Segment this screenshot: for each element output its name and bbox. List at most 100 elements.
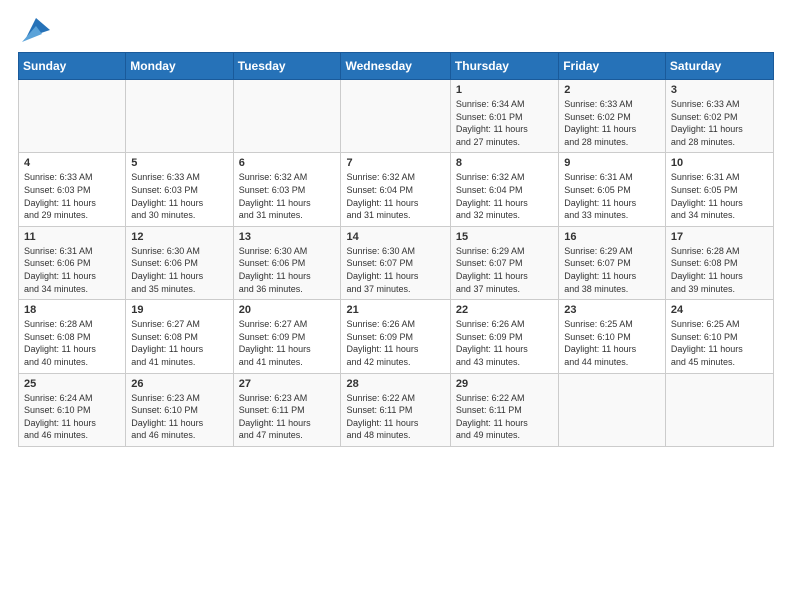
day-number: 21 xyxy=(346,304,444,316)
calendar-cell xyxy=(19,80,126,153)
calendar-cell: 16 Sunrise: 6:29 AM Sunset: 6:07 PM Dayli… xyxy=(559,226,666,299)
day-info: Sunrise: 6:29 AM Sunset: 6:07 PM Dayligh… xyxy=(456,245,553,295)
day-info: Sunrise: 6:25 AM Sunset: 6:10 PM Dayligh… xyxy=(671,318,768,368)
day-info: Sunrise: 6:27 AM Sunset: 6:08 PM Dayligh… xyxy=(131,318,227,368)
day-info: Sunrise: 6:28 AM Sunset: 6:08 PM Dayligh… xyxy=(24,318,120,368)
calendar-cell: 2Sunrise: 6:33 AM Sunset: 6:02 PM Daylig… xyxy=(559,80,666,153)
weekday-header-thursday: Thursday xyxy=(450,53,558,80)
day-number: 19 xyxy=(131,304,227,316)
day-info: Sunrise: 6:23 AM Sunset: 6:11 PM Dayligh… xyxy=(239,392,336,442)
calendar-cell: 8 Sunrise: 6:32 AM Sunset: 6:04 PM Daylig… xyxy=(450,153,558,226)
day-info: Sunrise: 6:26 AM Sunset: 6:09 PM Dayligh… xyxy=(456,318,553,368)
calendar-body: 1 Sunrise: 6:34 AM Sunset: 6:01 PM Daylig… xyxy=(19,80,774,447)
day-info: Sunrise: 6:34 AM Sunset: 6:01 PM Dayligh… xyxy=(456,98,553,148)
day-info: Sunrise: 6:25 AM Sunset: 6:10 PM Dayligh… xyxy=(564,318,660,368)
calendar-cell: 14Sunrise: 6:30 AM Sunset: 6:07 PM Dayli… xyxy=(341,226,450,299)
calendar-cell: 9Sunrise: 6:31 AM Sunset: 6:05 PM Daylig… xyxy=(559,153,666,226)
day-number: 16 xyxy=(564,231,660,243)
logo-icon xyxy=(22,14,50,42)
weekday-header-friday: Friday xyxy=(559,53,666,80)
calendar-header: SundayMondayTuesdayWednesdayThursdayFrid… xyxy=(19,53,774,80)
calendar-cell xyxy=(233,80,341,153)
calendar-cell: 20 Sunrise: 6:27 AM Sunset: 6:09 PM Dayli… xyxy=(233,300,341,373)
logo xyxy=(18,18,50,42)
day-info: Sunrise: 6:33 AM Sunset: 6:03 PM Dayligh… xyxy=(131,171,227,221)
calendar-cell xyxy=(341,80,450,153)
day-number: 11 xyxy=(24,231,120,243)
calendar-cell: 29Sunrise: 6:22 AM Sunset: 6:11 PM Dayli… xyxy=(450,373,558,446)
calendar-week-row: 1 Sunrise: 6:34 AM Sunset: 6:01 PM Daylig… xyxy=(19,80,774,153)
calendar-cell xyxy=(559,373,666,446)
day-info: Sunrise: 6:22 AM Sunset: 6:11 PM Dayligh… xyxy=(456,392,553,442)
calendar-cell: 3 Sunrise: 6:33 AM Sunset: 6:02 PM Daylig… xyxy=(665,80,773,153)
calendar-week-row: 4 Sunrise: 6:33 AM Sunset: 6:03 PM Daylig… xyxy=(19,153,774,226)
day-info: Sunrise: 6:28 AM Sunset: 6:08 PM Dayligh… xyxy=(671,245,768,295)
day-info: Sunrise: 6:30 AM Sunset: 6:06 PM Dayligh… xyxy=(131,245,227,295)
calendar-week-row: 18 Sunrise: 6:28 AM Sunset: 6:08 PM Dayli… xyxy=(19,300,774,373)
page: SundayMondayTuesdayWednesdayThursdayFrid… xyxy=(0,0,792,612)
day-number: 27 xyxy=(239,378,336,390)
day-number: 1 xyxy=(456,84,553,96)
calendar-cell: 11 Sunrise: 6:31 AM Sunset: 6:06 PM Dayli… xyxy=(19,226,126,299)
day-info: Sunrise: 6:31 AM Sunset: 6:06 PM Dayligh… xyxy=(24,245,120,295)
day-info: Sunrise: 6:33 AM Sunset: 6:02 PM Dayligh… xyxy=(671,98,768,148)
weekday-header-sunday: Sunday xyxy=(19,53,126,80)
day-number: 8 xyxy=(456,157,553,169)
day-number: 7 xyxy=(346,157,444,169)
day-number: 18 xyxy=(24,304,120,316)
day-info: Sunrise: 6:27 AM Sunset: 6:09 PM Dayligh… xyxy=(239,318,336,368)
day-number: 13 xyxy=(239,231,336,243)
day-number: 28 xyxy=(346,378,444,390)
calendar-cell: 5 Sunrise: 6:33 AM Sunset: 6:03 PM Daylig… xyxy=(126,153,233,226)
calendar-cell: 19 Sunrise: 6:27 AM Sunset: 6:08 PM Dayli… xyxy=(126,300,233,373)
calendar-cell: 7Sunrise: 6:32 AM Sunset: 6:04 PM Daylig… xyxy=(341,153,450,226)
calendar-cell xyxy=(126,80,233,153)
weekday-header-wednesday: Wednesday xyxy=(341,53,450,80)
day-info: Sunrise: 6:33 AM Sunset: 6:03 PM Dayligh… xyxy=(24,171,120,221)
day-number: 10 xyxy=(671,157,768,169)
day-info: Sunrise: 6:32 AM Sunset: 6:03 PM Dayligh… xyxy=(239,171,336,221)
calendar-cell: 12 Sunrise: 6:30 AM Sunset: 6:06 PM Dayli… xyxy=(126,226,233,299)
day-number: 3 xyxy=(671,84,768,96)
day-info: Sunrise: 6:23 AM Sunset: 6:10 PM Dayligh… xyxy=(131,392,227,442)
day-number: 22 xyxy=(456,304,553,316)
calendar-cell: 23 Sunrise: 6:25 AM Sunset: 6:10 PM Dayli… xyxy=(559,300,666,373)
calendar-cell: 4 Sunrise: 6:33 AM Sunset: 6:03 PM Daylig… xyxy=(19,153,126,226)
calendar-cell: 26 Sunrise: 6:23 AM Sunset: 6:10 PM Dayli… xyxy=(126,373,233,446)
day-number: 20 xyxy=(239,304,336,316)
calendar-cell: 27 Sunrise: 6:23 AM Sunset: 6:11 PM Dayli… xyxy=(233,373,341,446)
calendar-cell: 13 Sunrise: 6:30 AM Sunset: 6:06 PM Dayli… xyxy=(233,226,341,299)
calendar-cell: 15 Sunrise: 6:29 AM Sunset: 6:07 PM Dayli… xyxy=(450,226,558,299)
calendar-cell: 6 Sunrise: 6:32 AM Sunset: 6:03 PM Daylig… xyxy=(233,153,341,226)
day-number: 5 xyxy=(131,157,227,169)
day-number: 15 xyxy=(456,231,553,243)
day-number: 17 xyxy=(671,231,768,243)
day-info: Sunrise: 6:32 AM Sunset: 6:04 PM Dayligh… xyxy=(456,171,553,221)
calendar-week-row: 11 Sunrise: 6:31 AM Sunset: 6:06 PM Dayli… xyxy=(19,226,774,299)
weekday-header-monday: Monday xyxy=(126,53,233,80)
day-info: Sunrise: 6:33 AM Sunset: 6:02 PM Dayligh… xyxy=(564,98,660,148)
day-number: 6 xyxy=(239,157,336,169)
calendar-cell: 24Sunrise: 6:25 AM Sunset: 6:10 PM Dayli… xyxy=(665,300,773,373)
day-number: 12 xyxy=(131,231,227,243)
calendar-table: SundayMondayTuesdayWednesdayThursdayFrid… xyxy=(18,52,774,447)
calendar-cell: 10Sunrise: 6:31 AM Sunset: 6:05 PM Dayli… xyxy=(665,153,773,226)
day-info: Sunrise: 6:31 AM Sunset: 6:05 PM Dayligh… xyxy=(564,171,660,221)
day-number: 23 xyxy=(564,304,660,316)
day-info: Sunrise: 6:22 AM Sunset: 6:11 PM Dayligh… xyxy=(346,392,444,442)
day-info: Sunrise: 6:29 AM Sunset: 6:07 PM Dayligh… xyxy=(564,245,660,295)
day-number: 4 xyxy=(24,157,120,169)
weekday-row: SundayMondayTuesdayWednesdayThursdayFrid… xyxy=(19,53,774,80)
day-number: 26 xyxy=(131,378,227,390)
day-number: 14 xyxy=(346,231,444,243)
day-number: 25 xyxy=(24,378,120,390)
calendar-cell: 21 Sunrise: 6:26 AM Sunset: 6:09 PM Dayli… xyxy=(341,300,450,373)
calendar-cell: 22 Sunrise: 6:26 AM Sunset: 6:09 PM Dayli… xyxy=(450,300,558,373)
calendar-cell: 17 Sunrise: 6:28 AM Sunset: 6:08 PM Dayli… xyxy=(665,226,773,299)
day-info: Sunrise: 6:24 AM Sunset: 6:10 PM Dayligh… xyxy=(24,392,120,442)
header xyxy=(18,18,774,42)
calendar-cell xyxy=(665,373,773,446)
calendar-cell: 25 Sunrise: 6:24 AM Sunset: 6:10 PM Dayli… xyxy=(19,373,126,446)
day-info: Sunrise: 6:30 AM Sunset: 6:06 PM Dayligh… xyxy=(239,245,336,295)
day-info: Sunrise: 6:26 AM Sunset: 6:09 PM Dayligh… xyxy=(346,318,444,368)
